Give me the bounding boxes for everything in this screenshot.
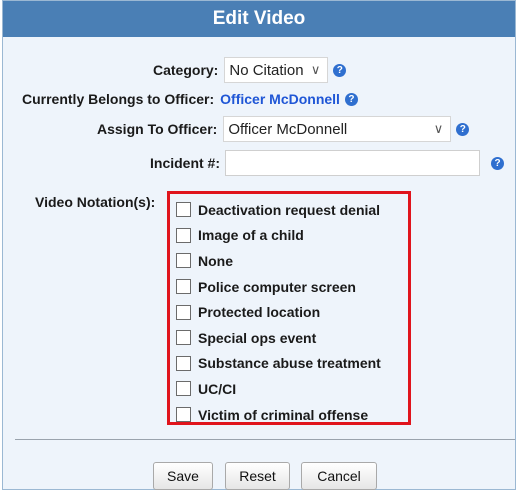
notations-label-row: Video Notation(s): [35,194,155,210]
notation-label: None [198,252,233,269]
reset-button[interactable]: Reset [225,462,290,490]
notation-item[interactable]: None [170,248,408,274]
notations-list: Deactivation request denial Image of a c… [167,191,411,425]
assign-row: Assign To Officer: Officer McDonnell ∨ ? [97,116,470,142]
help-icon[interactable]: ? [456,122,470,136]
edit-video-dialog: Edit Video Category: No Citation ∨ ? Cur… [2,0,516,490]
help-icon[interactable]: ? [333,63,347,77]
incident-label: Incident #: [150,155,221,171]
checkbox[interactable] [176,407,191,423]
chevron-down-icon: ∨ [310,62,321,77]
notation-item[interactable]: Substance abuse treatment [170,351,408,377]
dialog-title: Edit Video [3,1,515,37]
save-button[interactable]: Save [153,462,213,490]
checkbox[interactable] [176,227,191,243]
assign-officer-select[interactable]: Officer McDonnell ∨ [223,116,452,142]
incident-input[interactable] [225,150,481,176]
divider [15,439,515,440]
incident-row: Incident #: ? [150,150,505,176]
notation-label: Image of a child [198,227,304,244]
belongs-row: Currently Belongs to Officer: Officer Mc… [22,91,358,107]
notations-label: Video Notation(s): [35,194,156,210]
notation-item[interactable]: Police computer screen [170,274,408,300]
help-icon[interactable]: ? [491,156,505,170]
notation-label: Victim of criminal offense [198,406,369,423]
checkbox[interactable] [176,355,191,371]
notation-item[interactable]: Deactivation request denial [170,197,408,223]
help-icon[interactable]: ? [344,92,358,106]
notation-item[interactable]: Victim of criminal offense [170,402,408,428]
notation-item[interactable]: Image of a child [170,223,408,249]
category-label: Category: [153,62,219,78]
notation-item[interactable]: UC/CI [170,376,408,402]
notation-label: Police computer screen [198,278,356,295]
notation-label: Substance abuse treatment [198,355,381,372]
belongs-label: Currently Belongs to Officer: [22,91,215,107]
category-row: Category: No Citation ∨ ? [153,57,347,83]
notation-label: UC/CI [198,380,237,397]
cancel-button[interactable]: Cancel [301,462,377,490]
checkbox[interactable] [176,304,191,320]
notation-item[interactable]: Special ops event [170,325,408,351]
category-select[interactable]: No Citation ∨ [224,57,329,83]
category-value: No Citation [229,61,304,79]
checkbox[interactable] [176,330,191,346]
assign-officer-value: Officer McDonnell [228,120,348,138]
chevron-down-icon: ∨ [433,121,444,136]
notation-item[interactable]: Protected location [170,299,408,325]
checkbox[interactable] [176,202,191,218]
notation-label: Special ops event [198,329,317,346]
notation-label: Deactivation request denial [198,201,381,218]
checkbox[interactable] [176,381,191,397]
notation-label: Protected location [198,304,321,321]
current-officer-link[interactable]: Officer McDonnell [220,91,340,107]
checkbox[interactable] [176,279,191,295]
assign-label: Assign To Officer: [97,121,218,137]
checkbox[interactable] [176,253,191,269]
